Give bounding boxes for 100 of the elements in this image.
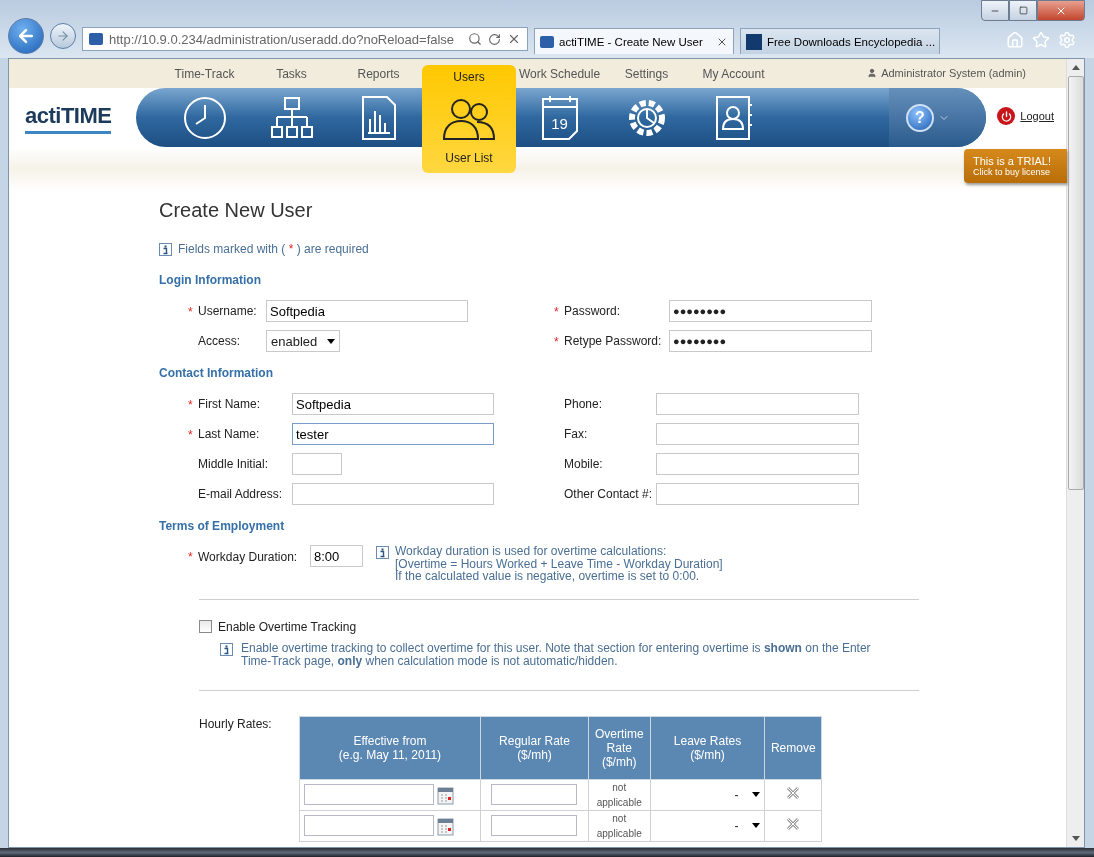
column-header: Regular Rate ($/mh): [480, 716, 589, 779]
up-arrow-icon: [1071, 65, 1080, 70]
home-icon[interactable]: [1006, 31, 1024, 49]
required-note: Fields marked with ( * ) are required: [178, 242, 369, 256]
calendar-icon[interactable]: [437, 815, 454, 836]
forward-arrow-icon: [56, 29, 70, 43]
overtime-checkbox[interactable]: Enable Overtime Tracking: [199, 619, 1066, 634]
username-field[interactable]: Softpedia: [266, 300, 468, 322]
org-chart-icon: [268, 94, 315, 141]
table-cell: not applicable: [596, 812, 642, 839]
checkbox[interactable]: [199, 620, 212, 633]
caret-icon: [752, 792, 761, 797]
info-text: [Overtime = Hours Worked + Leave Time - Workday Duration]: [395, 557, 723, 570]
trial-badge[interactable]: This is a TRIAL! Click to buy license: [964, 149, 1067, 183]
text-field[interactable]: [292, 483, 494, 505]
rate-field[interactable]: [491, 784, 578, 805]
required-mark: *: [188, 428, 194, 440]
field-label: E-mail Address:: [198, 487, 284, 501]
caret-icon: [327, 338, 335, 344]
column-header: Overtime Rate ($/mh): [588, 716, 650, 779]
nav-tab[interactable]: Time-Track: [161, 59, 248, 147]
remove-icon[interactable]: [786, 817, 801, 831]
search-icon[interactable]: [468, 32, 482, 46]
field-label: Workday Duration:: [198, 550, 299, 566]
calendar-icon[interactable]: [437, 784, 454, 805]
nav-tab[interactable]: Work Schedule 19: [516, 59, 603, 147]
text-field[interactable]: tester: [292, 423, 494, 445]
site-icon: [89, 33, 103, 45]
favorites-icon[interactable]: [1032, 31, 1050, 49]
info-text: If the calculated value is negative, overtime is set to 0:00.: [395, 570, 700, 583]
clock-icon: [181, 94, 228, 141]
field-label: First Name:: [198, 397, 261, 411]
field-label: Username:: [198, 304, 258, 318]
settings-icon[interactable]: [1058, 31, 1076, 49]
required-mark: *: [554, 305, 560, 317]
text-field[interactable]: [656, 483, 859, 505]
down-arrow-icon: [1071, 836, 1080, 841]
scrollbar-thumb[interactable]: [1067, 76, 1084, 490]
forward-button[interactable]: [50, 23, 76, 49]
field-label: Mobile:: [564, 457, 604, 471]
field-label: Password:: [564, 304, 622, 318]
calendar-day: 19: [551, 115, 568, 132]
date-field[interactable]: [304, 815, 434, 836]
info-text: Enable overtime tracking to collect overtime for this user. Note that section for entering overtime is shown on the Enter Time-Track page, only when calculation mode is not automatic/hidden.: [241, 641, 872, 669]
back-button[interactable]: [8, 18, 44, 54]
field-label: Retype Password:: [564, 334, 663, 348]
info-icon: [159, 242, 172, 256]
required-mark: *: [188, 550, 193, 564]
info-icon: [220, 642, 233, 656]
rate-field[interactable]: [491, 815, 578, 836]
text-field[interactable]: [656, 423, 859, 445]
remove-icon[interactable]: [786, 786, 801, 800]
user-name: Administrator System (admin): [881, 67, 1026, 79]
nav-tab[interactable]: Tasks: [248, 59, 335, 147]
field-label: Last Name:: [198, 427, 261, 441]
browser-tab[interactable]: Free Downloads Encyclopedia ...: [740, 28, 940, 54]
date-field[interactable]: [304, 784, 434, 805]
minimize-button[interactable]: [981, 0, 1009, 21]
required-mark: *: [554, 335, 560, 347]
calendar-page-icon: [539, 94, 580, 141]
text-field[interactable]: [292, 453, 342, 475]
field-label: Phone:: [564, 397, 604, 411]
address-bar[interactable]: http://10.9.0.234/administration/useradd.do?noReload=false: [82, 27, 528, 51]
stop-icon[interactable]: [507, 32, 521, 46]
browser-tab[interactable]: actiTIME - Create New User: [534, 28, 734, 54]
access-dropdown[interactable]: enabled: [266, 330, 340, 352]
nav-tab[interactable]: Reports: [335, 59, 422, 147]
power-icon[interactable]: [997, 107, 1016, 125]
info-icon: [376, 546, 389, 559]
required-mark: *: [188, 398, 194, 410]
password-field[interactable]: ●●●●●●●●: [669, 330, 872, 352]
required-mark: *: [188, 305, 194, 317]
text-field[interactable]: [656, 453, 859, 475]
text-field[interactable]: [656, 393, 859, 415]
site-icon: [746, 33, 762, 50]
nav-tab[interactable]: Settings: [603, 59, 690, 147]
logout-link[interactable]: Logout: [1020, 110, 1054, 122]
page-title: Create New User: [159, 199, 314, 222]
actitime-logo[interactable]: actiTIME: [25, 103, 112, 134]
workday-field[interactable]: 8:00: [310, 545, 363, 567]
password-field[interactable]: ●●●●●●●●: [669, 300, 872, 322]
nav-tab[interactable]: My Account: [690, 59, 777, 147]
field-label: Middle Initial:: [198, 457, 270, 471]
trial-title: This is a TRIAL!: [973, 155, 1053, 167]
close-button[interactable]: [1037, 0, 1085, 21]
field-label: Hourly Rates:: [199, 716, 273, 733]
user-icon: [867, 68, 878, 78]
section-heading: Terms of Employment: [159, 519, 286, 533]
column-header: Leave Rates ($/mh): [650, 716, 765, 779]
nav-tab[interactable]: Users User List: [422, 65, 516, 173]
refresh-icon[interactable]: [488, 32, 501, 46]
field-label: Other Contact #:: [564, 487, 654, 501]
sub-tab[interactable]: User List: [445, 151, 493, 165]
maximize-button[interactable]: [1009, 0, 1037, 21]
text-field[interactable]: Softpedia: [292, 393, 494, 415]
contact-card-icon: [713, 94, 754, 141]
field-label: Access:: [198, 334, 241, 348]
column-header: Effective from (e.g. May 11, 2011): [299, 716, 481, 779]
section-heading: Login Information: [159, 273, 262, 287]
caret-icon: [752, 823, 761, 828]
